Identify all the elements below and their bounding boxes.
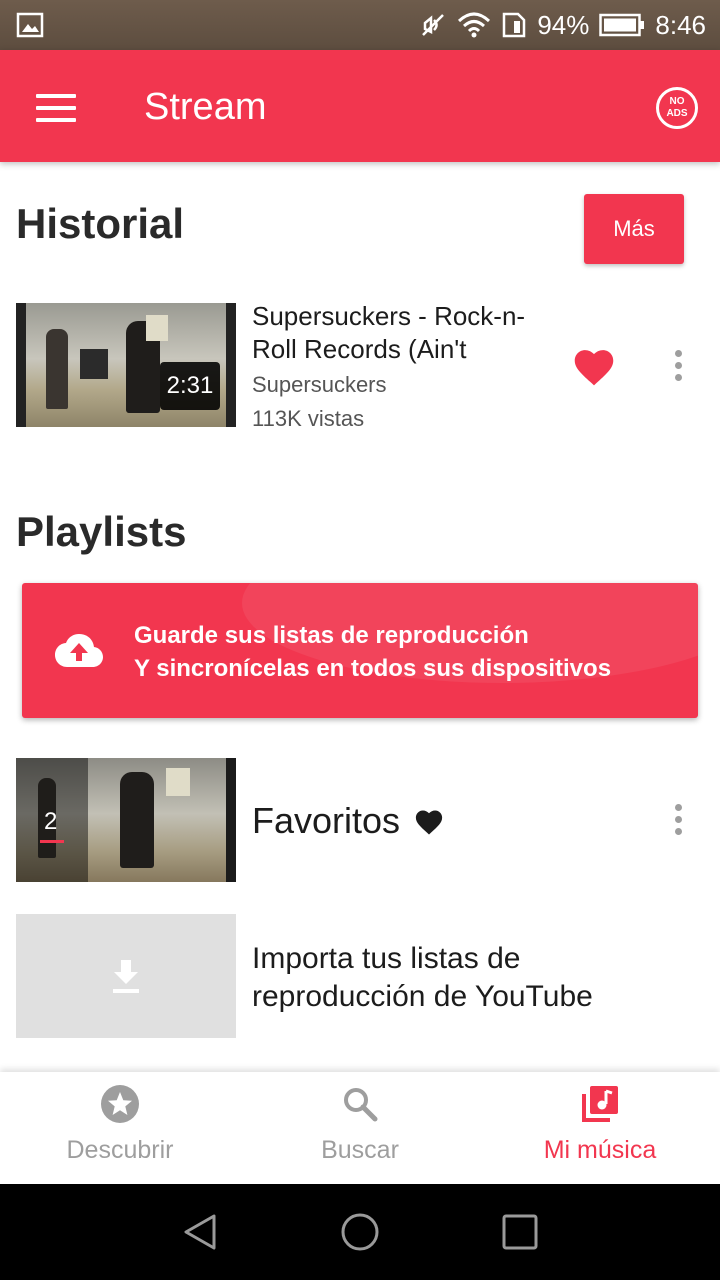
no-ads-text-line1: NO	[669, 96, 685, 107]
recent-apps-icon[interactable]	[498, 1210, 542, 1254]
clock: 8:46	[655, 9, 706, 40]
app-title: Stream	[144, 86, 267, 128]
thumbnail-figure	[120, 772, 154, 868]
video-duration-badge: 2:31	[160, 362, 220, 410]
hamburger-menu-icon[interactable]	[36, 94, 76, 122]
nav-label-discover: Descubrir	[66, 1136, 174, 1164]
sim-card-icon	[503, 12, 526, 38]
no-ads-text-line2: ADS	[666, 108, 688, 119]
battery-icon	[599, 13, 645, 37]
video-title[interactable]: Supersuckers - Rock-n-Roll Records (Ain'…	[252, 300, 542, 366]
playlist-video-count: 2	[44, 808, 58, 835]
system-navigation-bar	[0, 1184, 720, 1280]
cloud-upload-icon	[55, 634, 103, 667]
nav-tab-discover[interactable]: Descubrir	[0, 1072, 240, 1184]
favorites-playlist-name[interactable]: Favoritos	[252, 800, 400, 842]
thumbnail-amp	[146, 315, 168, 341]
status-bar: 94% 8:46	[0, 0, 720, 50]
video-more-options-icon[interactable]	[670, 350, 686, 386]
bottom-navigation: Descubrir Buscar Mi música	[0, 1072, 720, 1184]
search-icon	[344, 1088, 378, 1122]
thumbnail-figure	[46, 329, 68, 409]
star-icon	[101, 1085, 139, 1123]
app-bar: Stream NO ADS	[0, 50, 720, 162]
no-ads-icon[interactable]: NO ADS	[656, 87, 698, 129]
more-button[interactable]: Más	[584, 194, 684, 264]
download-icon	[113, 960, 139, 993]
heart-icon	[415, 810, 443, 835]
video-channel: Supersuckers	[252, 372, 387, 397]
battery-percentage: 94%	[537, 9, 590, 40]
sync-playlists-banner[interactable]: Guarde sus listas de reproducción Y sinc…	[22, 583, 698, 718]
history-section-title: Historial	[16, 200, 185, 247]
import-playlists-label[interactable]: Importa tus listas de reproducción de Yo…	[252, 940, 672, 1016]
image-notification-icon	[16, 12, 44, 38]
nav-tab-my-music[interactable]: Mi música	[480, 1072, 720, 1184]
favorite-heart-icon[interactable]	[572, 346, 616, 388]
nav-tab-search[interactable]: Buscar	[240, 1072, 480, 1184]
nav-label-search: Buscar	[321, 1136, 399, 1164]
banner-line-1: Guarde sus listas de reproducción	[134, 622, 529, 649]
back-icon[interactable]	[180, 1210, 224, 1254]
banner-text: Guarde sus listas de reproducción Y sinc…	[134, 619, 611, 685]
thumbnail-amp	[166, 768, 190, 796]
music-library-icon	[582, 1086, 618, 1122]
wifi-icon	[458, 12, 491, 38]
home-icon[interactable]	[338, 1210, 382, 1254]
thumbnail-amp	[80, 349, 108, 379]
mute-icon	[422, 14, 445, 36]
playlist-count-underline	[40, 840, 64, 843]
playlists-section-title: Playlists	[16, 508, 187, 555]
banner-line-2: Y sincronícelas en todos sus dispositivo…	[134, 655, 612, 682]
nav-label-my-music: Mi música	[543, 1136, 657, 1164]
playlist-more-options-icon[interactable]	[670, 804, 686, 840]
video-views: 113K vistas	[252, 406, 365, 431]
